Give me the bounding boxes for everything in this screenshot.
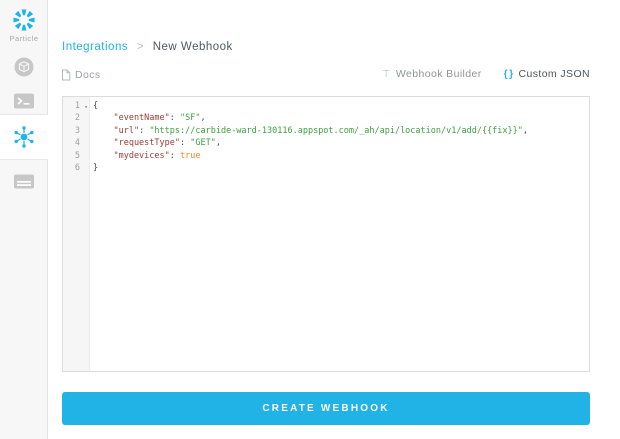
sidebar-item-integrations[interactable] (0, 114, 48, 160)
line-number: 4 (74, 138, 80, 149)
code-line[interactable]: "eventName": "SF", (93, 112, 589, 124)
hub-icon (12, 125, 36, 149)
sidebar-item-console[interactable] (0, 84, 48, 118)
tab-custom-json[interactable]: { } Custom JSON (504, 68, 590, 80)
page-title: New Webhook (152, 41, 233, 53)
line-number: 3 (74, 125, 80, 136)
create-webhook-button[interactable]: CREATE WEBHOOK (62, 392, 590, 425)
docs-link[interactable]: Docs (61, 69, 101, 81)
tab-label: Custom JSON (518, 68, 590, 80)
brand-name: Particle (9, 34, 39, 43)
code-line[interactable]: "requestType": "GET", (93, 137, 589, 149)
sidebar: Particle (0, 0, 48, 439)
builder-icon: ⊤ (381, 68, 391, 80)
editor-gutter: 1 ▾ 2 3 4 5 6 (63, 97, 90, 371)
particle-star-icon[interactable] (0, 8, 48, 32)
code-editor[interactable]: 1 ▾ 2 3 4 5 6 { "eventName": "SF", "url": "htt… (62, 96, 590, 372)
breadcrumb-integrations-link[interactable]: Integrations (62, 41, 128, 53)
sidebar-item-sim-cards[interactable] (0, 164, 48, 198)
terminal-icon (13, 92, 35, 110)
sim-card-icon (13, 173, 35, 190)
docs-label: Docs (75, 69, 101, 81)
new-webhook-page: Particle Integrations > New Webhook Docs… (0, 0, 620, 439)
line-number: 1 ▾ (63, 100, 89, 112)
line-number: 5 (74, 150, 80, 161)
code-line[interactable]: { (93, 100, 589, 112)
tab-label: Webhook Builder (395, 68, 482, 80)
breadcrumb: Integrations > New Webhook (62, 41, 233, 53)
line-number: 2 (74, 113, 80, 124)
cube-icon (13, 56, 35, 78)
editor-code[interactable]: { "eventName": "SF", "url": "https://car… (90, 97, 589, 371)
code-line[interactable]: "mydevices": true (93, 150, 589, 162)
sidebar-item-devices[interactable] (0, 50, 48, 84)
code-line[interactable]: } (93, 162, 589, 174)
line-number: 6 (74, 162, 80, 173)
code-line[interactable]: "url": "https://carbide-ward-130116.apps… (93, 125, 589, 137)
view-tabs: ⊤ Webhook Builder { } Custom JSON (382, 68, 590, 80)
breadcrumb-separator: > (136, 41, 145, 53)
document-icon (61, 69, 71, 81)
braces-icon: { } (503, 68, 514, 80)
tab-webhook-builder[interactable]: ⊤ Webhook Builder (382, 68, 482, 80)
